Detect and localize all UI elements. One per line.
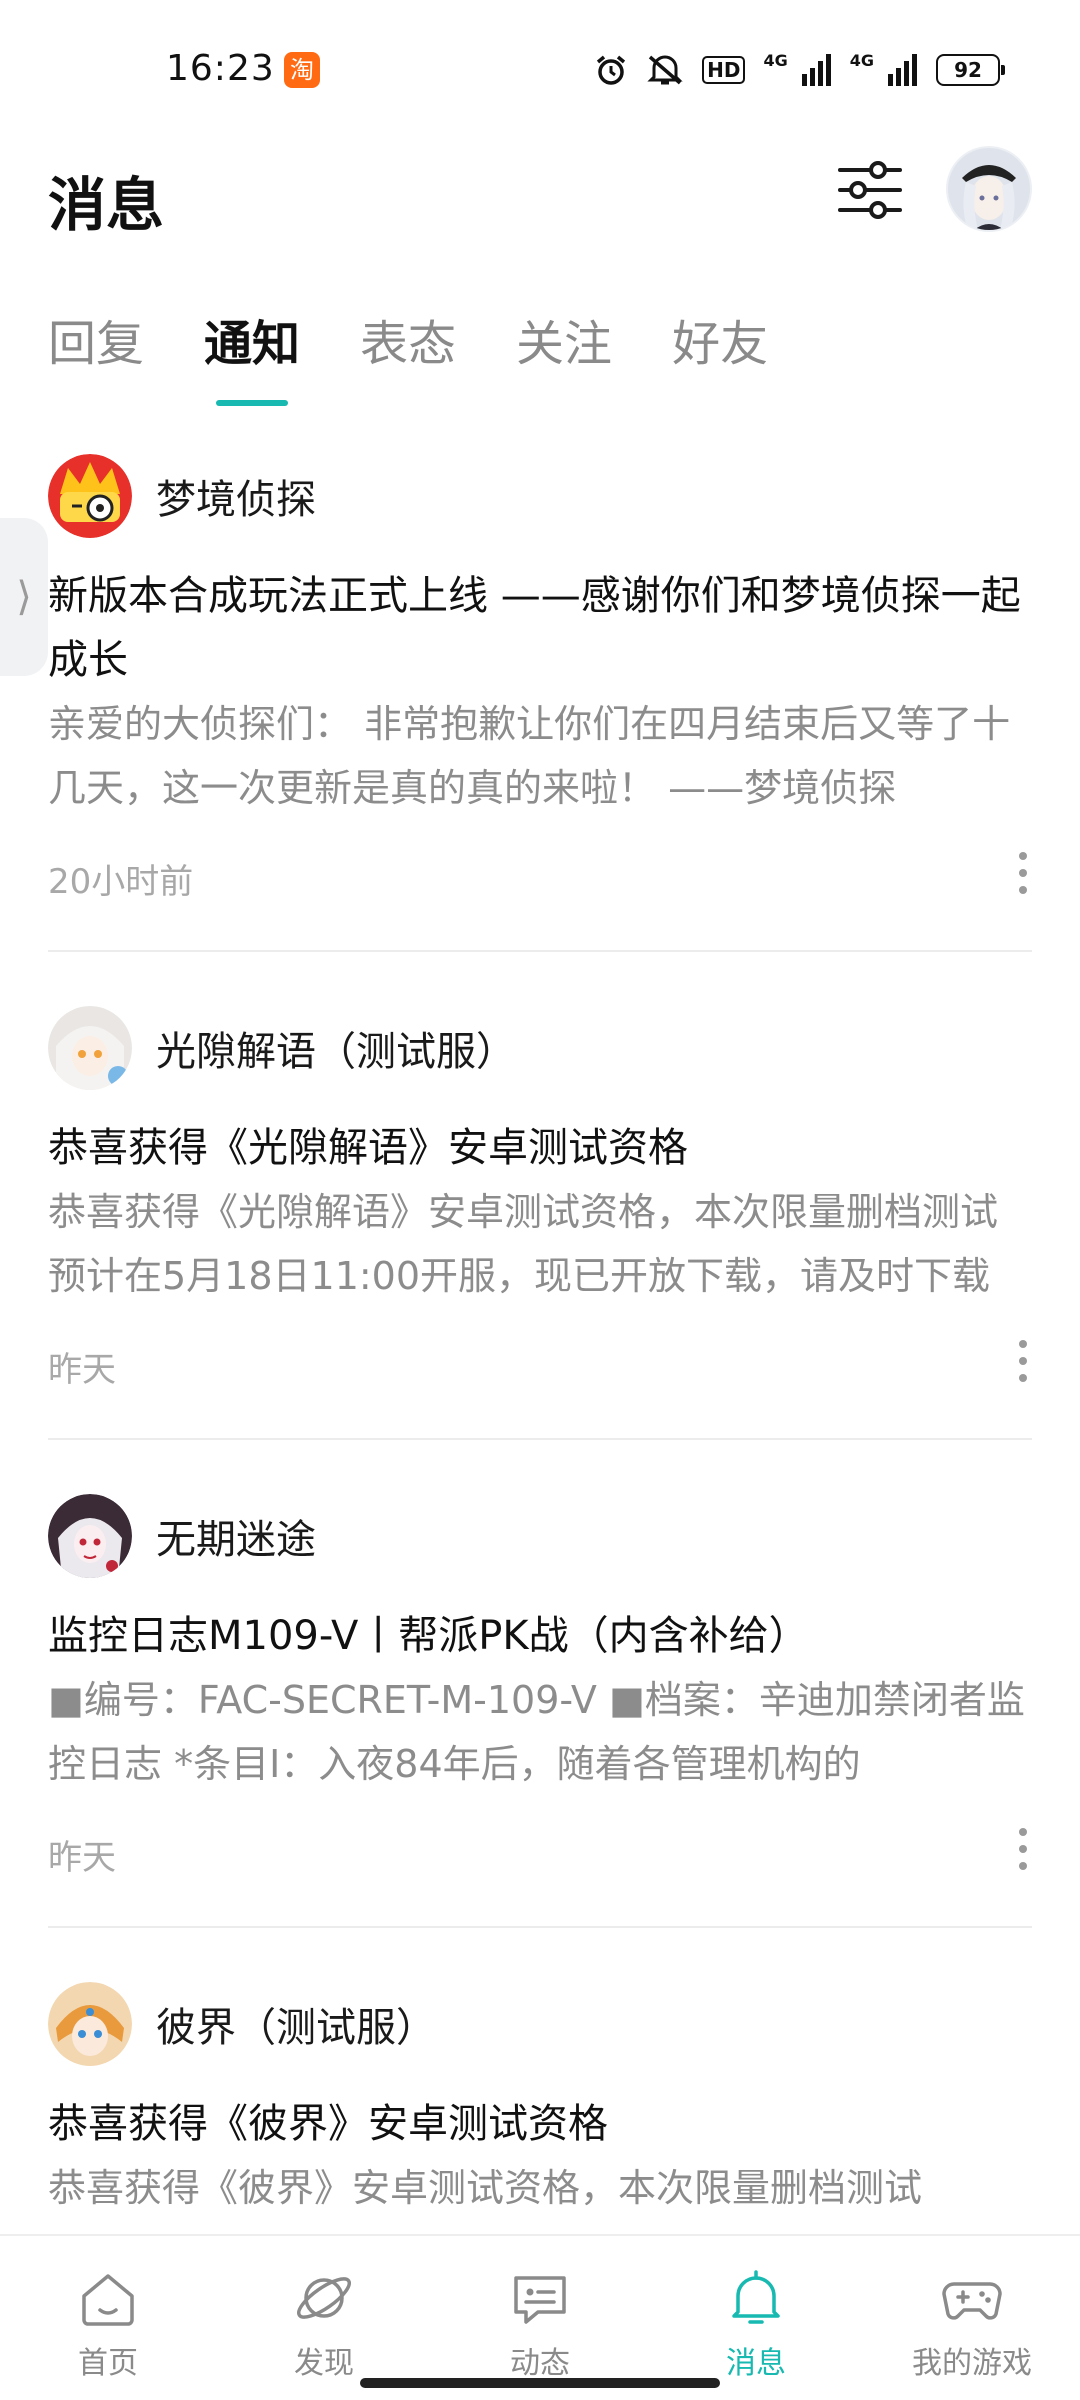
alarm-icon [597,55,626,85]
tab-follows[interactable]: 关注 [516,304,612,384]
network-label-1: 4G [763,50,788,70]
notification-time: 20小时前 [48,862,194,902]
page-title: 消息 [48,171,165,239]
notification-body: ■编号：FAC-SECRET-M-109-V ■档案：辛迪加禁闭者监控日志 *条… [48,1678,1025,1786]
nav-discover[interactable]: 发现 [216,2236,432,2400]
nav-my-games[interactable]: 我的游戏 [864,2236,1080,2400]
hd-voice-icon: HD [702,56,746,84]
nav-home[interactable]: 首页 [0,2236,216,2400]
anime-avatar-image [948,148,1030,230]
tab-label: 表态 [360,316,457,372]
tab-label: 回复 [48,316,145,372]
guangxi-jieyu-avatar [48,1006,132,1090]
battery-icon: 92 [936,54,1005,86]
notification-card[interactable]: 彼界（测试服） 恭喜获得《彼界》安卓测试资格 恭喜获得《彼界》安卓测试资格，本次… [0,1974,1080,2220]
filter-settings-button[interactable] [836,156,904,224]
nav-label: 动态 [510,2346,570,2381]
bell-icon [732,2270,780,2324]
notification-body: 恭喜获得《光隙解语》安卓测试资格，本次限量删档测试预计在5月18日11:00开服… [48,1190,999,1298]
tab-label: 好友 [672,316,769,372]
nav-feed[interactable]: 动态 [432,2236,648,2400]
home-indicator[interactable] [360,2378,720,2388]
user-avatar[interactable] [946,146,1032,232]
side-drawer-handle[interactable]: ⟩ [0,518,48,676]
notification-title: 新版本合成玩法正式上线 ——感谢你们和梦境侦探一起成长 [48,573,1021,683]
tab-friends[interactable]: 好友 [672,304,768,384]
signal-icon-1 [801,54,831,86]
divider [48,1438,1032,1440]
bijie-avatar [48,1982,132,2066]
more-options-button[interactable] [1008,1340,1038,1382]
notification-list[interactable]: 梦境侦探 新版本合成玩法正式上线 ——感谢你们和梦境侦探一起成长 亲爱的大侦探们… [0,446,1080,2234]
nav-label: 发现 [294,2346,354,2381]
gamepad-icon [942,2282,1002,2320]
sender-name: 梦境侦探 [156,477,316,523]
divider [48,1926,1032,1928]
tab-replies[interactable]: 回复 [48,304,144,384]
message-tabs: 回复 通知 表态 关注 好友 [48,304,828,406]
sender-avatar[interactable] [48,1494,132,1578]
tab-notifications[interactable]: 通知 [204,304,301,406]
more-options-button[interactable] [1008,852,1038,894]
home-icon [82,2274,134,2326]
notification-body: 恭喜获得《彼界》安卓测试资格，本次限量删档测试 [48,2166,923,2210]
network-label-2: 4G [849,50,874,70]
wuqi-mitu-avatar [48,1494,132,1578]
nav-label: 我的游戏 [912,2346,1032,2381]
sender-avatar[interactable] [48,1006,132,1090]
taobao-notification-icon: 淘 [284,52,320,88]
notification-body: 亲爱的大侦探们： 非常抱歉让你们在四月结束后又等了十几天，这一次更新是真的真的来… [48,702,1011,810]
nav-label: 消息 [726,2346,786,2381]
tab-reactions[interactable]: 表态 [360,304,456,384]
sender-name: 光隙解语（测试服） [156,1029,516,1075]
notification-card[interactable]: 梦境侦探 新版本合成玩法正式上线 ——感谢你们和梦境侦探一起成长 亲爱的大侦探们… [0,446,1080,952]
more-options-button[interactable] [1008,1828,1038,1870]
notification-time: 昨天 [48,1838,116,1878]
bottom-navigation: 首页 发现 动态 消息 我的游戏 [0,2234,1080,2400]
status-bar: 16:23 淘 HD 4G 4G 92 [0,0,1080,140]
notification-card[interactable]: 无期迷途 监控日志M109-V丨帮派PK战（内含补给） ■编号：FAC-SECR… [0,1486,1080,1928]
tab-label: 通知 [204,316,301,372]
mute-icon [647,55,683,85]
planet-icon [297,2277,351,2319]
nav-label: 首页 [78,2346,138,2381]
active-tab-indicator [216,400,289,406]
notification-title: 恭喜获得《光隙解语》安卓测试资格 [48,1125,688,1171]
tab-label: 关注 [516,316,613,372]
notification-time: 昨天 [48,1350,116,1390]
sender-name: 无期迷途 [156,1517,316,1563]
sender-name: 彼界（测试服） [156,2005,436,2051]
signal-icon-2 [888,54,917,86]
divider [48,950,1032,952]
dream-detective-logo [48,454,132,538]
sender-avatar[interactable] [48,1982,132,2066]
notification-card[interactable]: 光隙解语（测试服） 恭喜获得《光隙解语》安卓测试资格 恭喜获得《光隙解语》安卓测… [0,998,1080,1440]
sender-avatar[interactable] [48,454,132,538]
chat-icon [514,2276,566,2324]
notification-title: 监控日志M109-V丨帮派PK战（内含补给） [48,1613,809,1659]
status-icons: HD 4G 4G 92 [594,50,1005,90]
notification-title: 恭喜获得《彼界》安卓测试资格 [48,2101,608,2147]
status-time: 16:23 [166,48,275,89]
sliders-icon [838,161,902,219]
nav-messages[interactable]: 消息 [648,2236,864,2400]
